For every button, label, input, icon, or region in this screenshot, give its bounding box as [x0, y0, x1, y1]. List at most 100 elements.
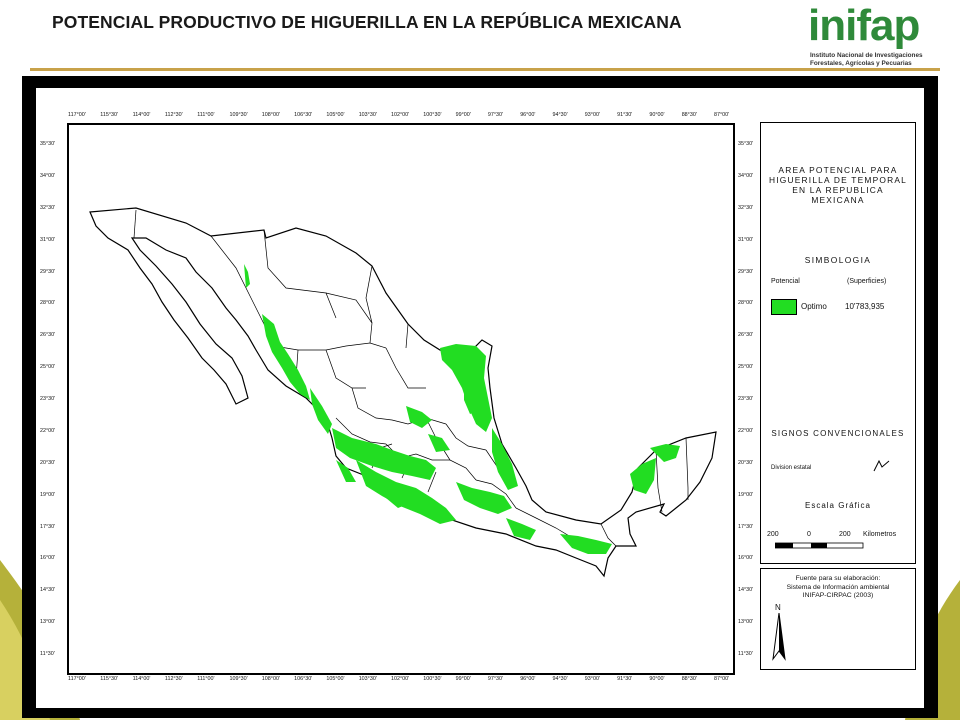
- legend-title-line-1: AREA POTENCIAL PARA: [778, 165, 898, 175]
- division-line-icon: [873, 459, 890, 472]
- top-tick-label: 96°00': [520, 112, 536, 118]
- left-tick-label: 14°30': [40, 587, 56, 594]
- bottom-tick-label: 105°00': [326, 676, 345, 682]
- map-panel: 117°00' 115°30' 114°00' 112°30' 111°00' 109°3…: [36, 88, 924, 708]
- top-tick-label: 99°00': [455, 112, 471, 118]
- right-tick-label: 20°30': [738, 459, 754, 466]
- legend-title: AREA POTENCIAL PARA HIGUERILLA DE TEMPOR…: [761, 165, 915, 205]
- source-text: Fuente para su elaboración: Sistema de I…: [761, 575, 915, 601]
- top-tick-label: 102°00': [391, 112, 410, 118]
- bottom-tick-label: 97°30': [487, 676, 504, 682]
- optimo-label: Optimo: [801, 302, 827, 311]
- bottom-tick-label: 109°30': [229, 676, 248, 682]
- top-tick-label: 109°30': [229, 112, 248, 118]
- source-line-2: Sistema de Información ambiental: [786, 583, 890, 591]
- left-tick-label: 22°00': [40, 427, 56, 434]
- bottom-tick-label: 87°00': [714, 676, 730, 682]
- right-tick-label: 17°30': [738, 523, 754, 530]
- right-tick-label: 28°00': [738, 300, 754, 307]
- top-tick-label: 115°30': [100, 112, 119, 118]
- scale-right-label: 200: [839, 531, 851, 538]
- source-line-1: Fuente para su elaboración:: [795, 575, 881, 582]
- logo-wordmark: inifap: [808, 1, 920, 50]
- legend-title-line-4: MEXICANA: [811, 195, 865, 205]
- bottom-tick-label: 99°00': [455, 676, 471, 682]
- bottom-tick-label: 115°30': [100, 676, 119, 682]
- right-tick-label: 26°30': [738, 332, 754, 339]
- left-tick-label: 16°00': [40, 555, 56, 562]
- bottom-tick-label: 91°30': [617, 676, 633, 682]
- bottom-tick-label: 111°00': [197, 676, 215, 682]
- right-tick-label: 25°00': [738, 364, 754, 371]
- bottom-tick-label: 112°30': [164, 676, 183, 682]
- right-tick-label: 31°00': [738, 236, 754, 243]
- top-tick-label: 88°30': [681, 112, 697, 118]
- right-tick-label: 32°30': [738, 204, 754, 211]
- header-rule: [30, 68, 940, 71]
- bottom-tick-label: 93°00': [584, 676, 600, 682]
- right-tick-label: 23°30': [738, 396, 754, 402]
- left-tick-label: 28°00': [40, 300, 56, 307]
- right-tick-label: 34°00': [738, 172, 754, 179]
- top-tick-label: 114°00': [132, 112, 151, 118]
- bottom-tick-label: 114°00': [132, 676, 151, 682]
- scale-left-label: 200: [767, 531, 779, 538]
- left-tick-label: 32°30': [40, 204, 56, 211]
- bottom-tick-label: 88°30': [681, 676, 697, 682]
- right-tick-label: 29°30': [738, 268, 754, 275]
- top-tick-label: 87°00': [714, 112, 730, 118]
- right-tick-label: 13°00': [738, 619, 754, 626]
- top-tick-label: 100°30': [423, 112, 442, 118]
- left-tick-label: 26°30': [40, 332, 56, 339]
- right-tick-label: 19°00': [738, 491, 754, 498]
- top-tick-label: 117°00': [68, 112, 86, 118]
- area-column-header: (Superficies): [847, 278, 887, 285]
- top-tick-label: 94°30': [552, 112, 568, 118]
- left-tick-label: 19°00': [40, 491, 56, 498]
- bottom-tick-label: 96°00': [520, 676, 536, 682]
- top-tick-label: 108°00': [261, 112, 280, 118]
- north-arrow-icon: [772, 613, 786, 661]
- escala-heading: Escala Gráfica: [804, 501, 872, 510]
- logo-line-1: Instituto Nacional de Investigaciones: [810, 52, 923, 59]
- top-tick-label: 105°00': [326, 112, 345, 118]
- bottom-tick-label: 108°00': [261, 676, 280, 682]
- top-tick-label: 93°00': [584, 112, 600, 118]
- top-tick-label: 103°30': [358, 112, 377, 118]
- left-tick-label: 11°30': [40, 651, 55, 657]
- left-tick-label: 31°00': [40, 236, 56, 243]
- top-tick-label: 111°00': [197, 112, 215, 118]
- source-panel: Fuente para su elaboración: Sistema de I…: [760, 568, 916, 670]
- division-label: Division estatal: [771, 465, 812, 471]
- right-tick-label: 16°00': [738, 555, 754, 562]
- top-tick-label: 90°00': [649, 112, 665, 118]
- right-tick-label: 35°30': [738, 141, 754, 147]
- top-tick-label: 97°30': [487, 112, 504, 118]
- left-tick-label: 25°00': [40, 364, 56, 371]
- bottom-tick-label: 106°30': [294, 676, 313, 682]
- bottom-tick-label: 90°00': [649, 676, 665, 682]
- top-tick-label: 91°30': [617, 112, 633, 118]
- left-tick-label: 29°30': [40, 268, 56, 275]
- legend-title-line-2: HIGUERILLA DE TEMPORAL: [769, 175, 907, 185]
- potential-column-header: Potencial: [771, 278, 800, 285]
- optimo-swatch: [771, 299, 797, 315]
- simbologia-heading: SIMBOLOGIA: [804, 255, 872, 265]
- bottom-tick-label: 94°30': [552, 676, 568, 682]
- left-tick-label: 20°30': [40, 459, 56, 466]
- top-tick-label: 106°30': [294, 112, 313, 118]
- legend-title-line-3: EN LA REPUBLICA: [792, 185, 884, 195]
- slide-title: POTENCIAL PRODUCTIVO DE HIGUERILLA EN LA…: [52, 12, 682, 32]
- logo-line-2: Forestales, Agrícolas y Pecuarias: [810, 60, 912, 67]
- signos-heading: SIGNOS CONVENCIONALES: [771, 429, 905, 438]
- left-tick-label: 17°30': [40, 523, 56, 530]
- north-label: N: [775, 603, 781, 612]
- left-tick-label: 13°00': [40, 619, 56, 626]
- scale-mid-label: 0: [807, 531, 811, 538]
- scale-bar: [775, 542, 864, 549]
- scale-unit-label: Kilometros: [863, 531, 897, 538]
- inifap-logo: inifap Instituto Nacional de Investigaci…: [800, 1, 950, 70]
- bottom-tick-label: 102°00': [391, 676, 410, 682]
- bottom-tick-label: 103°30': [358, 676, 377, 682]
- legend-panel: AREA POTENCIAL PARA HIGUERILLA DE TEMPOR…: [760, 122, 916, 564]
